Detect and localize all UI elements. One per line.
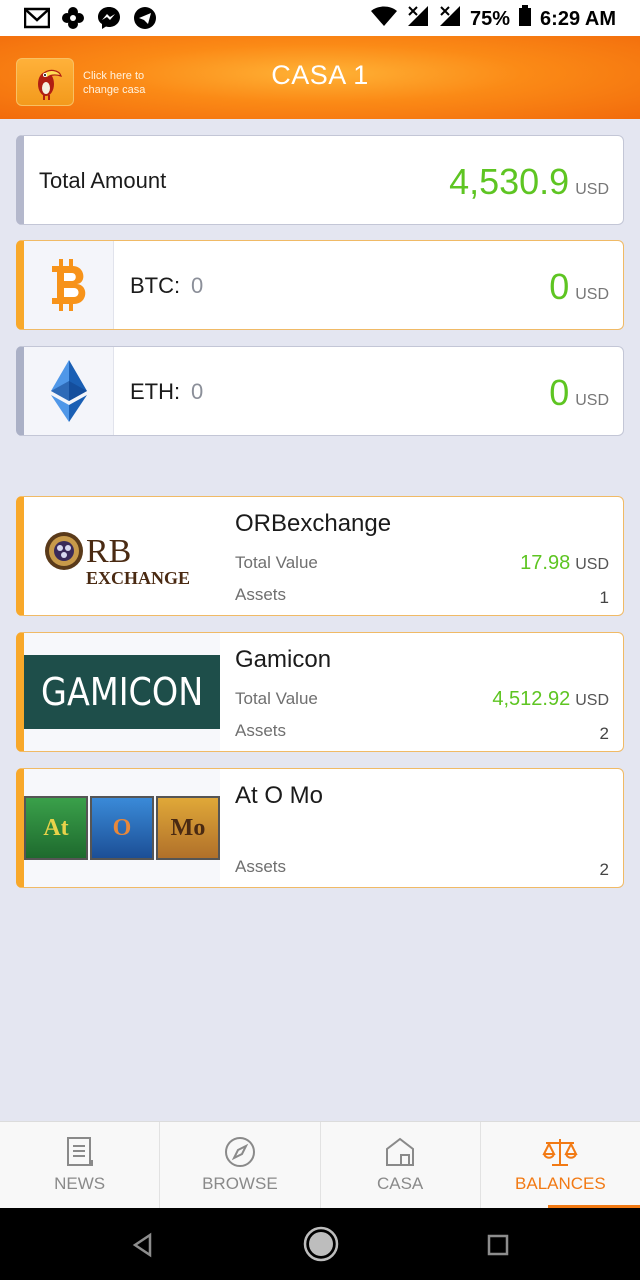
btc-value: 0 [549, 266, 570, 307]
exchange-name: At O Mo [235, 782, 324, 809]
wifi-icon [370, 5, 398, 33]
eth-label: ETH: [130, 379, 181, 404]
currency-label: USD [575, 556, 609, 573]
total-value: 4,512.92 [492, 688, 571, 710]
system-nav-bar [0, 1208, 640, 1280]
total-value-group: 4,512.92 USD [492, 688, 609, 711]
telegram-icon [132, 6, 158, 30]
recents-button[interactable] [481, 1228, 515, 1262]
exchange-card-atomo[interactable]: At O Mo At O Mo Assets 2 [16, 768, 624, 888]
btc-icon-box [24, 241, 114, 329]
total-value-group: 17.98 USD [520, 552, 609, 575]
assets-count: 2 [599, 724, 609, 743]
exchange-name: Gamicon [235, 646, 332, 673]
gamicon-logo: GAMICON [24, 633, 220, 751]
currency-label: USD [575, 181, 609, 198]
home-button[interactable] [301, 1224, 341, 1264]
bottom-nav: NEWS BROWSE CASA BALANCES [0, 1121, 640, 1208]
page-title: CASA 1 [271, 60, 369, 90]
assets-label: Assets [235, 721, 287, 740]
atomo-tile-at: At [43, 814, 69, 841]
total-amount-label: Total Amount [39, 168, 167, 193]
orbexchange-logo-rb: RB [86, 533, 131, 570]
eth-value: 0 [549, 372, 570, 413]
house-icon [386, 1137, 415, 1166]
currency-label: USD [575, 392, 609, 409]
btc-value-group: 0 USD [549, 266, 609, 308]
status-bar: 75% 6:29 AM [0, 0, 640, 36]
assets-label: Assets [235, 857, 287, 876]
back-icon [132, 1232, 152, 1258]
currency-label: USD [575, 692, 609, 709]
currency-label: USD [575, 286, 609, 303]
nav-label: BROWSE [202, 1174, 278, 1193]
assets-count: 1 [599, 588, 609, 607]
bitcoin-icon [51, 259, 85, 311]
exchange-card-gamicon[interactable]: GAMICON Gamicon Total Value 4,512.92 USD… [16, 632, 624, 752]
orbexchange-logo: RB EXCHANGE [24, 497, 220, 615]
nav-news[interactable]: NEWS [0, 1122, 161, 1208]
atomo-tile-o: O [112, 814, 132, 841]
pinwheel-icon [60, 6, 86, 30]
total-amount-card: Total Amount 4,530.9 USD [16, 135, 624, 225]
total-value-label: Total Value [235, 689, 318, 708]
assets-count: 2 [599, 860, 609, 879]
total-value: 17.98 [520, 552, 571, 574]
battery-icon [518, 5, 532, 33]
signal-icon [406, 5, 430, 33]
gmail-icon [24, 6, 50, 30]
nav-balances[interactable]: BALANCES [481, 1122, 640, 1208]
assets-label: Assets [235, 585, 287, 604]
clock: 6:29 AM [540, 7, 616, 30]
total-value-label: Total Value [235, 553, 318, 572]
recents-icon [487, 1234, 509, 1256]
scales-icon [542, 1139, 578, 1166]
btc-card[interactable]: BTC: 0 0 USD [16, 240, 624, 330]
eth-icon-box [24, 347, 114, 435]
news-icon [66, 1137, 93, 1166]
eth-amount: 0 [191, 379, 204, 404]
messenger-icon [96, 6, 122, 30]
atomo-logo: At O Mo [24, 769, 220, 887]
total-amount-value: 4,530.9 [449, 161, 570, 202]
gamicon-logo-text: GAMICON [40, 670, 204, 714]
app-header: Click here to change casa CASA 1 [0, 36, 640, 119]
nav-casa[interactable]: CASA [321, 1122, 481, 1208]
btc-label: BTC: [130, 273, 181, 298]
home-icon [303, 1226, 339, 1262]
orbexchange-logo-exchange: EXCHANGE [86, 568, 190, 588]
btc-amount: 0 [191, 273, 204, 298]
nav-label: BALANCES [515, 1174, 606, 1193]
total-amount-value-group: 4,530.9 USD [449, 161, 609, 203]
eth-value-group: 0 USD [549, 372, 609, 414]
nav-label: CASA [376, 1174, 424, 1193]
nav-browse[interactable]: BROWSE [160, 1122, 321, 1208]
exchange-name: ORBexchange [235, 510, 392, 537]
eth-card[interactable]: ETH: 0 0 USD [16, 346, 624, 436]
battery-percentage: 75% [470, 7, 511, 30]
signal-icon [438, 5, 462, 33]
back-button[interactable] [126, 1228, 160, 1262]
nav-label: NEWS [54, 1174, 106, 1193]
compass-icon [224, 1137, 255, 1167]
atomo-tile-mo: Mo [170, 814, 206, 841]
exchange-card-orbexchange[interactable]: RB EXCHANGE ORBexchange Total Value 17.9… [16, 496, 624, 616]
ethereum-icon [50, 360, 87, 422]
